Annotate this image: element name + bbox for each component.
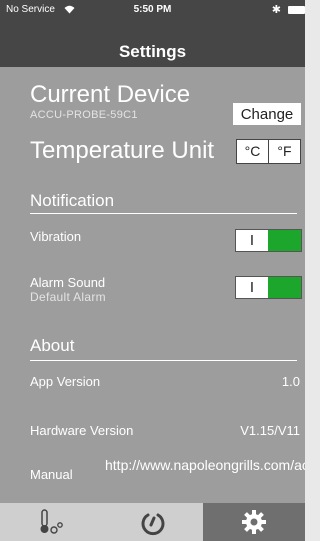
- temperature-unit-selector[interactable]: °C °F: [236, 139, 301, 164]
- about-divider: [30, 360, 297, 361]
- power-timer-icon: [141, 513, 164, 536]
- change-device-button[interactable]: Change: [233, 103, 301, 125]
- status-time: 5:50 PM: [133, 4, 172, 15]
- nav-bar: Settings: [0, 20, 305, 67]
- temperature-unit-heading: Temperature Unit: [30, 137, 215, 164]
- thermometer-gears-icon: [40, 509, 63, 534]
- fahrenheit-option[interactable]: °F: [268, 140, 300, 163]
- hardware-version-label: Hardware Version: [30, 423, 134, 438]
- alarm-sound-label: Alarm Sound: [30, 275, 106, 290]
- vibration-label: Vibration: [30, 229, 82, 244]
- bluetooth-icon: ✱: [271, 4, 281, 16]
- app-version-value: 1.0: [281, 374, 300, 389]
- alarm-toggle-on: [268, 277, 301, 298]
- notification-heading: Notification: [30, 191, 115, 210]
- vibration-toggle-text: I: [249, 232, 255, 249]
- celsius-option[interactable]: °C: [237, 140, 268, 163]
- hardware-version-value: V1.15/V11: [240, 423, 300, 438]
- tab-bar: [0, 503, 305, 541]
- settings-content[interactable]: Current Device ACCU-PROBE-59C1 Change Te…: [0, 67, 305, 503]
- alarm-toggle-text: I: [249, 279, 255, 296]
- about-heading: About: [30, 336, 75, 355]
- manual-label: Manual: [30, 467, 73, 482]
- alarm-sound-value: Default Alarm: [30, 290, 106, 304]
- battery-icon: [288, 6, 305, 14]
- manual-link[interactable]: http://www.napoleongrills.com/accessorie…: [105, 457, 305, 474]
- tab-timer[interactable]: [102, 503, 203, 541]
- device-id: ACCU-PROBE-59C1: [30, 109, 138, 121]
- status-bar: No Service 5:50 PM ✱: [0, 0, 305, 20]
- page-title: Settings: [118, 42, 187, 61]
- notification-divider: [30, 213, 297, 214]
- alarm-sound-toggle[interactable]: I: [235, 276, 302, 299]
- tab-settings[interactable]: [203, 503, 305, 541]
- tab-probes[interactable]: [0, 503, 101, 541]
- current-device-heading: Current Device: [30, 81, 191, 108]
- vibration-toggle[interactable]: I: [235, 229, 302, 252]
- gear-icon: [242, 510, 266, 534]
- app-version-label: App Version: [30, 374, 101, 389]
- vibration-toggle-on: [268, 230, 301, 251]
